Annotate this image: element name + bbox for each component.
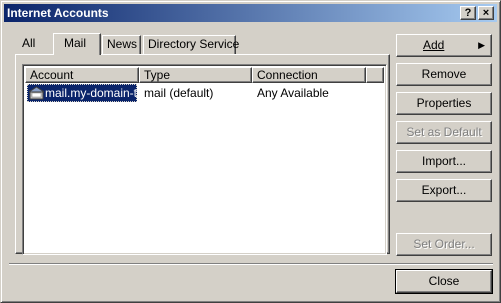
properties-button[interactable]: Properties — [396, 92, 492, 115]
column-header-account[interactable]: Account — [25, 67, 139, 83]
submenu-arrow-icon: ▶ — [478, 40, 485, 50]
account-cell[interactable]: mail.my-domain-t... — [27, 84, 137, 102]
tab-all[interactable]: All — [18, 35, 40, 55]
import-button[interactable]: Import... — [396, 150, 492, 173]
list-item[interactable]: mail.my-domain-t... mail (default) Any A… — [25, 84, 386, 102]
set-as-default-button[interactable]: Set as Default — [396, 121, 492, 144]
set-order-button[interactable]: Set Order... — [396, 233, 492, 256]
separator — [9, 263, 493, 265]
accounts-list[interactable]: Account Type Connection mail.my-domain-t… — [22, 64, 387, 255]
title-bar[interactable]: Internet Accounts ? × — [4, 4, 497, 22]
tab-directory-service[interactable]: Directory Service — [143, 35, 239, 55]
tab-news[interactable]: News — [102, 35, 141, 55]
window-title: Internet Accounts — [7, 6, 109, 20]
add-button[interactable]: Add ▶ — [396, 34, 492, 57]
remove-button[interactable]: Remove — [396, 63, 492, 86]
type-cell: mail (default) — [144, 86, 214, 100]
export-button[interactable]: Export... — [396, 179, 492, 202]
mail-account-icon — [29, 86, 44, 100]
column-header-connection[interactable]: Connection — [252, 67, 366, 83]
help-button[interactable]: ? — [460, 6, 476, 20]
internet-accounts-dialog: Internet Accounts ? × All Mail News Dire… — [0, 0, 501, 303]
column-header-spacer — [366, 67, 384, 83]
close-button[interactable]: Close — [395, 269, 493, 294]
connection-cell: Any Available — [257, 86, 329, 100]
account-name: mail.my-domain-t... — [45, 86, 137, 100]
add-label: Add — [423, 38, 445, 52]
tab-mail[interactable]: Mail — [53, 33, 101, 55]
close-window-button[interactable]: × — [478, 6, 494, 20]
column-header-type[interactable]: Type — [139, 67, 252, 83]
list-header: Account Type Connection — [25, 67, 386, 83]
